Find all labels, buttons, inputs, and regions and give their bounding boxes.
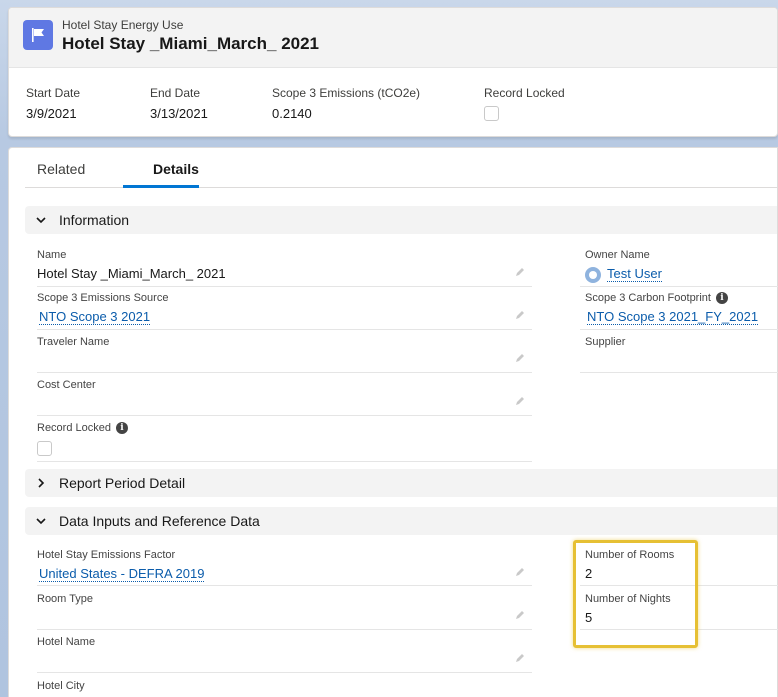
- field-label: Traveler Name: [37, 336, 110, 348]
- divider: [37, 629, 532, 630]
- section-data-inputs-header[interactable]: Data Inputs and Reference Data: [25, 507, 777, 535]
- chevron-right-icon: [38, 478, 45, 488]
- field-label: Scope 3 Carbon Footprint i: [585, 292, 758, 304]
- field-value: 3/9/2021: [26, 106, 77, 121]
- field-cost-center: Cost Center: [37, 379, 96, 391]
- field-label: Cost Center: [37, 379, 96, 391]
- highlight-record-locked: Record Locked: [484, 86, 565, 121]
- object-label: Hotel Stay Energy Use: [62, 18, 184, 32]
- field-label-text: Scope 3 Carbon Footprint: [585, 292, 711, 304]
- field-label: Room Type: [37, 593, 94, 605]
- section-title: Data Inputs and Reference Data: [59, 513, 260, 529]
- field-name: Name Hotel Stay _Miami_March_ 2021: [37, 249, 226, 281]
- field-label-text: Record Locked: [37, 422, 111, 434]
- field-record-locked: Record Locked i: [37, 422, 128, 456]
- highlight-start-date: Start Date 3/9/2021: [26, 86, 80, 121]
- field-label: Scope 3 Emissions Source: [37, 292, 169, 304]
- field-supplier: Supplier: [585, 336, 625, 348]
- field-label: Owner Name: [585, 249, 650, 261]
- field-label: Record Locked: [484, 86, 565, 100]
- divider: [580, 329, 778, 330]
- chevron-down-icon: [36, 518, 46, 525]
- field-value: NTO Scope 3 2021_FY_2021: [585, 309, 759, 325]
- field-hotel-city: Hotel City: [37, 680, 85, 692]
- highlight-scope3-emissions: Scope 3 Emissions (tCO2e) 0.2140: [272, 86, 420, 121]
- emissions-factor-link[interactable]: United States - DEFRA 2019: [39, 566, 205, 582]
- edit-pencil-icon[interactable]: [515, 310, 525, 320]
- divider: [580, 286, 778, 287]
- tab-related[interactable]: Related: [37, 161, 85, 177]
- field-emissions-factor: Hotel Stay Emissions Factor United State…: [37, 549, 205, 582]
- user-avatar-icon: [585, 266, 601, 283]
- divider: [37, 286, 532, 287]
- field-value: NTO Scope 3 2021: [37, 309, 168, 325]
- field-label: Hotel Name: [37, 636, 96, 648]
- chevron-down-icon: [36, 217, 46, 224]
- edit-pencil-icon[interactable]: [515, 267, 525, 277]
- field-value: Hotel Stay _Miami_March_ 2021: [37, 266, 226, 281]
- edit-pencil-icon[interactable]: [515, 396, 525, 406]
- tab-bar: Related Details: [25, 148, 777, 188]
- field-scope3-source: Scope 3 Emissions Source NTO Scope 3 202…: [37, 292, 169, 325]
- edit-pencil-icon[interactable]: [515, 653, 525, 663]
- edit-pencil-icon[interactable]: [515, 610, 525, 620]
- field-label: Supplier: [585, 336, 626, 348]
- record-header: Hotel Stay Energy Use Hotel Stay _Miami_…: [8, 7, 778, 137]
- scope3-source-link[interactable]: NTO Scope 3 2021: [39, 309, 151, 325]
- record-locked-checkbox[interactable]: [484, 106, 499, 121]
- field-label: Scope 3 Emissions (tCO2e): [272, 86, 421, 100]
- field-label: End Date: [150, 86, 201, 100]
- field-label: Hotel Stay Emissions Factor: [37, 549, 176, 561]
- field-room-type: Room Type: [37, 593, 93, 605]
- field-label: Record Locked i: [37, 422, 128, 434]
- info-icon[interactable]: i: [116, 422, 128, 434]
- field-owner-name: Owner Name Test User: [585, 249, 662, 283]
- field-label: Name: [37, 249, 67, 261]
- divider: [37, 672, 532, 673]
- divider: [37, 415, 532, 416]
- record-locked-checkbox[interactable]: [37, 441, 52, 456]
- field-label: Start Date: [26, 86, 81, 100]
- divider: [37, 329, 532, 330]
- divider: [580, 372, 778, 373]
- divider: [37, 585, 532, 586]
- field-value: 3/13/2021: [150, 106, 208, 121]
- field-value: 0.2140: [272, 106, 312, 121]
- section-title: Report Period Detail: [59, 475, 186, 491]
- section-title: Information: [59, 212, 130, 228]
- field-traveler-name: Traveler Name: [37, 336, 109, 348]
- highlight-end-date: End Date 3/13/2021: [150, 86, 208, 121]
- info-icon[interactable]: i: [715, 292, 728, 304]
- flag-icon: [23, 20, 53, 50]
- divider: [37, 372, 532, 373]
- highlight-callout-box: [573, 540, 698, 648]
- owner-link[interactable]: Test User: [607, 266, 662, 282]
- section-information-header[interactable]: Information: [25, 206, 777, 234]
- field-label: Hotel City: [37, 680, 85, 692]
- edit-pencil-icon[interactable]: [515, 353, 525, 363]
- section-report-period-header[interactable]: Report Period Detail: [25, 469, 777, 497]
- field-value: Test User: [585, 266, 662, 283]
- field-hotel-name: Hotel Name: [37, 636, 95, 648]
- tab-details[interactable]: Details: [153, 161, 199, 177]
- field-value: United States - DEFRA 2019: [37, 566, 205, 582]
- field-carbon-footprint: Scope 3 Carbon Footprint i NTO Scope 3 2…: [585, 292, 759, 325]
- record-title: Hotel Stay _Miami_March_ 2021: [62, 34, 320, 53]
- edit-pencil-icon[interactable]: [515, 567, 525, 577]
- divider: [37, 461, 532, 462]
- carbon-footprint-link[interactable]: NTO Scope 3 2021_FY_2021: [587, 309, 759, 325]
- active-tab-indicator: [123, 185, 199, 188]
